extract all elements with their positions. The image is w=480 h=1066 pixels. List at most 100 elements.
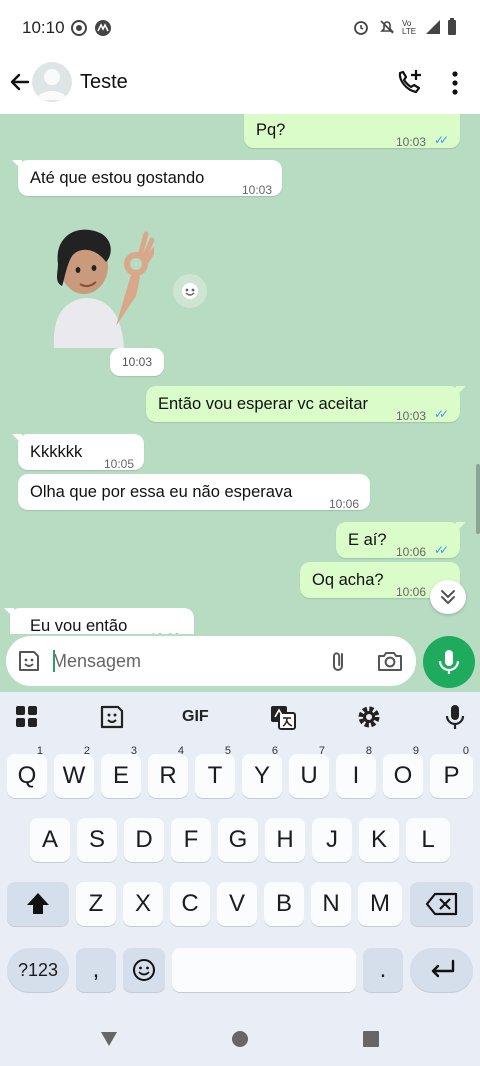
avatar[interactable] — [32, 62, 72, 102]
message-outgoing[interactable]: E aí? 10:06 ✓✓ — [336, 522, 466, 559]
enter-key[interactable] — [410, 948, 473, 992]
message-incoming[interactable]: Olha que por essa eu não esperava 10:06 — [18, 474, 370, 511]
message-time: 10:06 — [396, 585, 427, 599]
key-n[interactable]: N — [311, 882, 351, 926]
home-nav-icon[interactable] — [229, 1028, 251, 1050]
gear-icon[interactable] — [354, 702, 384, 732]
mute-icon — [380, 20, 394, 34]
sticker-icon[interactable] — [97, 702, 127, 732]
key-d[interactable]: D — [124, 818, 164, 862]
scrollbar[interactable] — [476, 464, 480, 534]
message-incoming[interactable]: Até que estou gostando 10:03 — [12, 160, 282, 197]
keyboard: GIF Q1 W2 E3 R4 T5 Y6 U7 I8 O9 P0 A S D … — [0, 692, 480, 1012]
message-text: E aí? — [348, 531, 387, 549]
message-input[interactable] — [52, 644, 312, 678]
message-incoming[interactable]: Kkkkkk 10:05 — [12, 434, 144, 471]
key-a[interactable]: A — [30, 818, 70, 862]
message-text: Eu vou então — [30, 617, 128, 634]
key-o[interactable]: O9 — [383, 745, 423, 798]
keyboard-toolbar: GIF — [0, 692, 480, 742]
contact-name[interactable]: Teste — [80, 71, 128, 94]
read-ticks-icon: ✓✓ — [434, 407, 449, 421]
shift-icon — [27, 893, 49, 914]
message-text: Até que estou gostando — [30, 169, 205, 187]
backspace-key[interactable] — [410, 882, 473, 926]
message-outgoing[interactable]: Pq? 10:03 ✓✓ — [244, 114, 460, 149]
key-t[interactable]: T5 — [195, 745, 235, 798]
reaction-icon[interactable] — [173, 274, 207, 308]
message-text: Então vou esperar vc aceitar — [158, 395, 369, 413]
key-r[interactable]: R4 — [148, 745, 188, 798]
sticker-icon[interactable] — [16, 648, 42, 674]
arrow-left-icon[interactable] — [6, 66, 34, 98]
key-x[interactable]: X — [123, 882, 163, 926]
message-text: Pq? — [256, 121, 286, 139]
volte-icon: Vo LTE — [402, 19, 417, 36]
message-time: 10:03 — [396, 135, 427, 149]
key-q[interactable]: Q1 — [7, 745, 47, 798]
motorola-icon — [95, 20, 111, 36]
back-nav-icon[interactable] — [98, 1028, 120, 1050]
phone-plus-icon[interactable] — [394, 68, 424, 98]
scroll-down-button[interactable] — [430, 580, 466, 614]
chat-header: Teste — [0, 56, 480, 114]
more-vert-icon[interactable] — [444, 68, 466, 98]
key-j[interactable]: J — [312, 818, 352, 862]
chat-area[interactable]: Pq? 10:03 ✓✓ Até que estou gostando 10:0… — [0, 114, 480, 634]
message-text: Kkkkkk — [30, 443, 83, 461]
mic-icon[interactable] — [440, 702, 470, 732]
key-z[interactable]: Z — [76, 882, 116, 926]
comma-key[interactable]: , — [76, 948, 116, 992]
key-l[interactable]: L — [406, 818, 450, 862]
symbols-key[interactable]: ?123 — [7, 948, 69, 992]
key-b[interactable]: B — [264, 882, 304, 926]
key-e[interactable]: E3 — [101, 745, 141, 798]
read-ticks-icon: ✓✓ — [434, 133, 449, 147]
mic-button[interactable] — [423, 636, 475, 688]
key-y[interactable]: Y6 — [242, 745, 282, 798]
navigation-bar — [0, 1012, 480, 1066]
enter-icon — [431, 959, 454, 978]
sticker-time: 10:03 — [110, 348, 164, 376]
apps-grid-icon[interactable] — [12, 702, 42, 732]
camera-icon[interactable] — [376, 648, 404, 674]
mic-icon — [438, 650, 460, 674]
key-k[interactable]: K — [359, 818, 399, 862]
message-text: Olha que por essa eu não esperava — [30, 483, 293, 501]
gif-button[interactable]: GIF — [182, 708, 209, 726]
key-i[interactable]: I8 — [336, 745, 376, 798]
key-g[interactable]: G — [218, 818, 258, 862]
key-m[interactable]: M — [358, 882, 402, 926]
emoji-icon — [133, 959, 155, 981]
key-h[interactable]: H — [265, 818, 305, 862]
message-time: 10:03 — [396, 409, 427, 423]
key-s[interactable]: S — [77, 818, 117, 862]
key-u[interactable]: U7 — [289, 745, 329, 798]
key-c[interactable]: C — [170, 882, 210, 926]
recents-nav-icon[interactable] — [360, 1028, 382, 1050]
period-key[interactable]: . — [363, 948, 403, 992]
message-time: 10:06 — [150, 620, 180, 634]
composer-area — [0, 634, 480, 692]
sticker-image[interactable] — [44, 226, 154, 348]
space-key[interactable] — [172, 948, 356, 992]
signal-icon — [426, 20, 440, 34]
emoji-key[interactable] — [123, 948, 165, 992]
notification-icon — [71, 20, 87, 36]
key-w[interactable]: W2 — [54, 745, 94, 798]
shift-key[interactable] — [7, 882, 69, 926]
battery-icon — [448, 18, 456, 35]
text-cursor — [53, 650, 55, 672]
paperclip-icon[interactable] — [326, 648, 352, 674]
message-text: Oq acha? — [312, 571, 384, 589]
translate-icon[interactable] — [268, 702, 298, 732]
backspace-icon — [425, 892, 457, 916]
message-time: 10:03 — [242, 183, 273, 197]
message-time: 10:06 — [329, 497, 360, 511]
message-outgoing[interactable]: Então vou esperar vc aceitar 10:03 ✓✓ — [146, 386, 466, 423]
alarm-icon — [354, 21, 368, 35]
key-f[interactable]: F — [171, 818, 211, 862]
key-p[interactable]: P0 — [430, 745, 473, 798]
message-incoming[interactable]: Eu vou então 10:06 — [4, 608, 194, 634]
key-v[interactable]: V — [217, 882, 257, 926]
